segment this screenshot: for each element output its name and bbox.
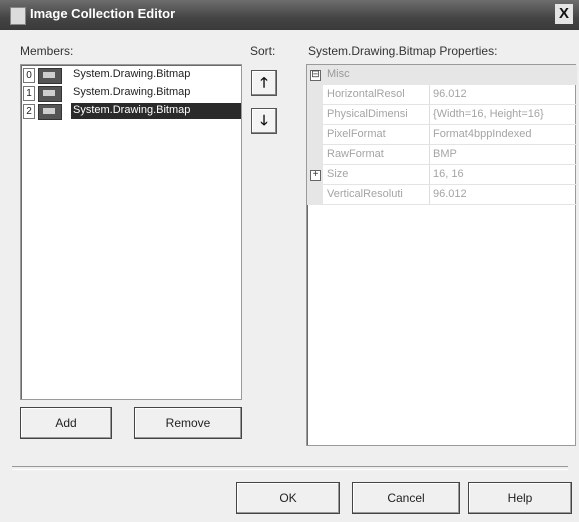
row-divider	[323, 204, 577, 205]
property-value[interactable]: 16, 16	[433, 168, 575, 180]
members-list[interactable]: 0 System.Drawing.Bitmap 1 System.Drawing…	[20, 64, 242, 400]
column-separator	[429, 145, 430, 165]
footer-divider	[12, 466, 568, 470]
member-index: 2	[23, 104, 35, 119]
bitmap-thumbnail-icon	[38, 104, 62, 120]
expand-icon[interactable]: +	[310, 170, 321, 181]
property-name: HorizontalResol	[327, 88, 405, 100]
member-index: 1	[23, 86, 35, 101]
move-down-button[interactable]: 🡓	[251, 108, 277, 134]
add-button[interactable]: Add	[20, 407, 112, 439]
title-bar[interactable]: Image Collection Editor X	[0, 0, 579, 30]
row-gutter	[307, 125, 323, 145]
property-row[interactable]: PhysicalDimensi {Width=16, Height=16}	[307, 105, 577, 125]
close-button[interactable]: X	[555, 4, 573, 24]
property-row[interactable]: + Size 16, 16	[307, 165, 577, 185]
property-grid[interactable]: ⊟ Misc HorizontalResol 96.012 PhysicalDi…	[306, 64, 577, 446]
property-value[interactable]: 96.012	[433, 88, 575, 100]
bitmap-thumbnail-icon	[38, 68, 62, 84]
property-row[interactable]: HorizontalResol 96.012	[307, 85, 577, 105]
member-item-0[interactable]: 0 System.Drawing.Bitmap	[23, 67, 237, 84]
property-name: RawFormat	[327, 148, 384, 160]
column-separator	[429, 165, 430, 185]
property-value[interactable]: {Width=16, Height=16}	[433, 108, 575, 120]
member-text: System.Drawing.Bitmap	[73, 86, 191, 98]
property-value[interactable]: Format4bppIndexed	[433, 128, 575, 140]
property-value[interactable]: 96.012	[433, 188, 575, 200]
category-name: Misc	[327, 68, 350, 80]
property-name: Size	[327, 168, 349, 180]
help-button[interactable]: Help	[468, 482, 572, 514]
member-item-1[interactable]: 1 System.Drawing.Bitmap	[23, 85, 237, 102]
category-row-misc[interactable]: ⊟ Misc	[307, 65, 577, 85]
row-gutter	[307, 145, 323, 165]
member-text: System.Drawing.Bitmap	[73, 68, 191, 80]
column-separator	[429, 105, 430, 125]
window-title: Image Collection Editor	[30, 6, 176, 21]
property-row[interactable]: PixelFormat Format4bppIndexed	[307, 125, 577, 145]
property-row[interactable]: RawFormat BMP	[307, 145, 577, 165]
property-value[interactable]: BMP	[433, 148, 575, 160]
property-name: PixelFormat	[327, 128, 386, 140]
property-name: VerticalResoluti	[327, 188, 403, 200]
row-gutter	[307, 85, 323, 105]
column-separator	[429, 185, 430, 205]
sort-label: Sort:	[250, 44, 276, 58]
row-gutter	[307, 185, 323, 205]
column-separator	[429, 85, 430, 105]
property-row[interactable]: VerticalResoluti 96.012	[307, 185, 577, 205]
property-name: PhysicalDimensi	[327, 108, 408, 120]
window-icon	[10, 7, 26, 25]
remove-button[interactable]: Remove	[134, 407, 242, 439]
cancel-button[interactable]: Cancel	[352, 482, 460, 514]
ok-button[interactable]: OK	[236, 482, 340, 514]
column-separator	[429, 125, 430, 145]
member-index: 0	[23, 68, 35, 83]
members-label: Members:	[20, 44, 74, 58]
properties-label: System.Drawing.Bitmap Properties:	[308, 44, 498, 58]
move-up-button[interactable]: 🡑	[251, 70, 277, 96]
collapse-icon[interactable]: ⊟	[310, 70, 321, 81]
bitmap-thumbnail-icon	[38, 86, 62, 102]
member-item-2[interactable]: 2 System.Drawing.Bitmap	[23, 103, 241, 120]
member-text: System.Drawing.Bitmap	[73, 104, 191, 116]
row-gutter	[307, 105, 323, 125]
